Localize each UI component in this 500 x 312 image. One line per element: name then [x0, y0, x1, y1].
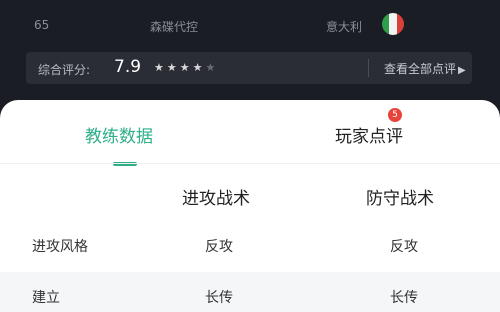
column-header-defense-tactics: 防守战术 [366, 189, 434, 209]
cropped-top-row [0, 0, 500, 4]
italy-flag-icon [382, 13, 404, 35]
star-empty-icon: ★ [205, 61, 219, 74]
row-label: 建立 [32, 290, 60, 306]
star-filled-icon: ★★★★ [154, 61, 206, 74]
defense-value: 反攻 [390, 239, 418, 255]
tab-player-reviews[interactable]: 玩家点评 [335, 122, 403, 147]
rating-bar: 综合评分: 7.9 ★★★★★ 查看全部点评 ▶ [26, 52, 472, 84]
table-row: 进攻风格 反攻 反攻 [0, 228, 500, 262]
player-header: 65 森碟代控 意大利 综合评分: 7.9 ★★★★★ 查看全部点评 ▶ [0, 0, 500, 110]
table-row: 建立 长传 长传 [0, 272, 500, 312]
notification-badge: 5 [388, 108, 402, 122]
data-sheet: 教练数据 玩家点评 5 进攻战术 防守战术 进攻风格 反攻 反攻 建立 长传 长… [0, 100, 500, 312]
rating-divider [368, 59, 369, 77]
attack-value: 长传 [205, 290, 233, 306]
player-info-row: 65 森碟代控 意大利 [0, 14, 500, 38]
player-number: 65 [34, 18, 50, 32]
rating-label: 综合评分: [38, 63, 91, 77]
view-all-reviews-link[interactable]: 查看全部点评 ▶ [384, 60, 466, 77]
tab-divider [0, 163, 500, 164]
star-rating: ★★★★★ [154, 61, 218, 74]
row-label: 进攻风格 [32, 239, 88, 255]
player-country: 意大利 [326, 20, 363, 34]
view-all-label: 查看全部点评 [384, 62, 457, 76]
defense-value: 长传 [390, 290, 418, 306]
attack-value: 反攻 [205, 239, 233, 255]
player-team: 森碟代控 [150, 20, 199, 34]
rating-score: 7.9 [114, 57, 142, 77]
chevron-right-icon: ▶ [458, 65, 466, 76]
tab-coach-data[interactable]: 教练数据 [85, 122, 153, 147]
column-header-attack-tactics: 进攻战术 [182, 189, 250, 209]
